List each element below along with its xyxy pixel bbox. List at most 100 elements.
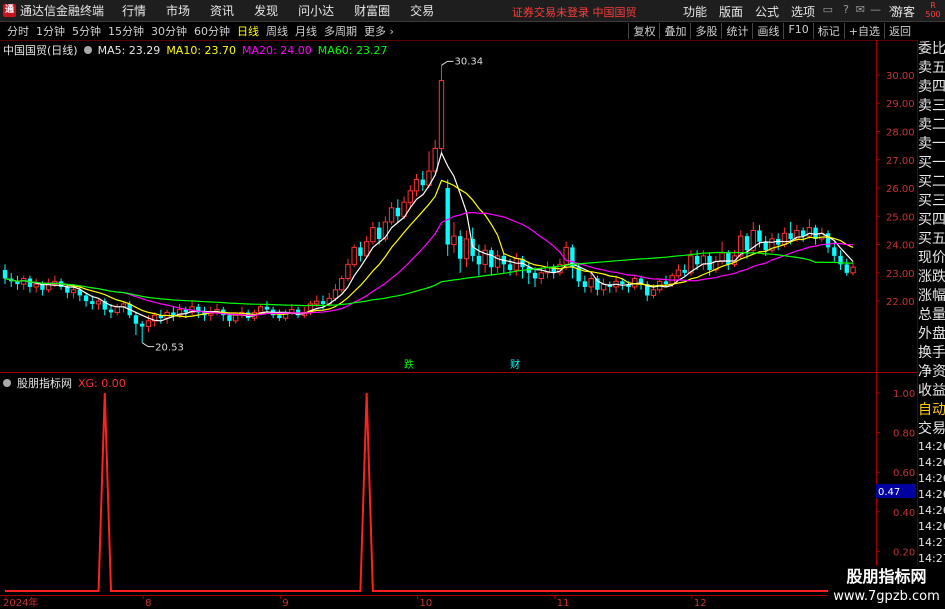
menu-layout[interactable]: 版面 (719, 3, 743, 20)
candle-body (457, 236, 463, 259)
minimize-icon[interactable]: — (870, 3, 881, 16)
tick-time: 14:26 (918, 520, 945, 533)
candle-body (233, 314, 239, 322)
candle-body (463, 238, 470, 260)
period-weekly[interactable]: 周线 (266, 23, 288, 39)
tick-time: 14:26 (918, 440, 945, 453)
menu-wealth-circle[interactable]: 财富圈 (354, 2, 390, 19)
candle-body (713, 261, 719, 271)
high-marker (441, 60, 454, 66)
date-tick-label: 11 (557, 598, 570, 609)
tool-overlay[interactable]: 叠加 (659, 23, 690, 39)
xg-signal (5, 392, 853, 592)
indicator-tick-label: 0.20 (893, 547, 915, 558)
period-multi[interactable]: 多周期 (324, 23, 357, 39)
tool-adjust[interactable]: 复权 (628, 23, 659, 39)
skin-icon[interactable]: ▭ (823, 3, 833, 16)
candle-body (227, 315, 232, 321)
tool-back[interactable]: 返回 (884, 23, 915, 39)
menu-market[interactable]: 市场 (166, 2, 190, 19)
candle-body (832, 247, 837, 256)
quote-item: 买五 (918, 231, 945, 247)
candle-body (645, 284, 650, 296)
period-15min[interactable]: 15分钟 (108, 23, 144, 39)
price-tick-label: 29.00 (886, 99, 915, 110)
quote-item: 买二 (918, 174, 945, 190)
menu-quotes[interactable]: 行情 (122, 2, 146, 19)
candle-body (613, 280, 619, 288)
menu-trade[interactable]: 交易 (410, 2, 434, 19)
current-value-box (876, 484, 916, 498)
date-tick-label: 10 (420, 598, 433, 609)
menu-options[interactable]: 选项 (791, 3, 815, 20)
guest-label[interactable]: 游客 (891, 3, 915, 20)
candle-body (114, 306, 120, 313)
period-60min[interactable]: 60分钟 (194, 23, 230, 39)
candle-body (388, 207, 395, 223)
candle-body (451, 235, 457, 246)
candle-body (551, 267, 556, 273)
stock-label[interactable]: 中国国贸(日线) (3, 42, 78, 58)
tool-statistics[interactable]: 统计 (721, 23, 752, 39)
ma20-label: MA20: 24.00 (242, 43, 312, 57)
period-toolbar: 分时 1分钟 5分钟 15分钟 30分钟 60分钟 日线 周线 月线 多周期 更… (0, 22, 945, 41)
quote-item: 卖五 (918, 60, 945, 76)
login-status[interactable]: 证券交易未登录 中国国贸 (512, 4, 637, 20)
menu-functions[interactable]: 功能 (683, 3, 707, 20)
menu-formula[interactable]: 公式 (755, 3, 779, 20)
candle-body (45, 283, 52, 291)
period-daily[interactable]: 日线 (237, 23, 259, 39)
period-30min[interactable]: 30分钟 (151, 23, 187, 39)
menu-discover[interactable]: 发现 (254, 2, 278, 19)
date-tick-label: 12 (694, 598, 707, 609)
mail-icon[interactable]: ✉ (856, 3, 865, 16)
menu-ask-xiaoda[interactable]: 问小达 (298, 2, 334, 19)
price-tick-label: 28.00 (886, 128, 915, 139)
period-monthly[interactable]: 月线 (295, 23, 317, 39)
indicator-settings-icon[interactable] (3, 379, 11, 387)
current-value-label: 0.47 (878, 487, 900, 498)
candle-body (145, 320, 152, 328)
tool-f10[interactable]: F10 (783, 23, 812, 39)
candle-body (33, 283, 39, 288)
settings-dot-icon[interactable] (83, 46, 92, 54)
app-title: 通达信金融终端 (20, 4, 105, 18)
candle-body (326, 297, 332, 305)
tool-multi-stock[interactable]: 多股 (690, 23, 721, 39)
candle-body (731, 255, 738, 265)
mark-finance-label: 财 (510, 358, 520, 371)
quote-item: 买一 (918, 155, 945, 171)
candle-body (270, 309, 276, 316)
candle-body (489, 250, 494, 268)
period-intraday[interactable]: 分时 (7, 23, 29, 39)
indicator-name[interactable]: 股朋指标网 (17, 375, 72, 391)
tool-mark[interactable]: 标记 (812, 23, 844, 39)
main-legend: 中国国贸(日线) MA5: 23.29 MA10: 23.70 MA20: 24… (3, 42, 387, 58)
candle-body (520, 258, 525, 268)
quote-item: 涨幅 (918, 288, 945, 304)
help-icon[interactable]: ? (843, 3, 849, 16)
tool-draw-line[interactable]: 画线 (752, 23, 783, 39)
candles (2, 65, 856, 343)
kline-chart[interactable]: 30.00 29.00 28.00 27.00 26.00 25.00 24.00 23.00… (0, 0, 945, 609)
candle-body (595, 278, 600, 290)
candle-body (781, 232, 788, 246)
candle-body (214, 309, 220, 313)
candle-body (632, 278, 638, 288)
trade-label[interactable]: 交易 (918, 420, 945, 439)
candle-body (264, 306, 270, 310)
quote-item: 委比 (918, 41, 945, 57)
quote-panel: 委比 卖五 卖四 卖三 卖二 卖一 买一 买二 买三 买四 买五 现价 涨跌 涨幅 总量 外盘 换手 净资 收益 自… (917, 40, 945, 609)
period-1min[interactable]: 1分钟 (36, 23, 65, 39)
date-axis: 2024年891011121 (3, 595, 837, 609)
period-5min[interactable]: 5分钟 (72, 23, 101, 39)
candle-body (382, 221, 389, 240)
candle-body (800, 230, 806, 237)
tool-add-watchlist[interactable]: +自选 (843, 23, 884, 39)
candle-body (576, 267, 581, 282)
indicator-tick-label: 0.80 (893, 429, 915, 440)
tick-time: 14:26 (918, 504, 945, 517)
menu-news[interactable]: 资讯 (210, 2, 234, 19)
auto-label[interactable]: 自动 (918, 401, 945, 420)
period-more[interactable]: 更多 › (364, 23, 394, 39)
